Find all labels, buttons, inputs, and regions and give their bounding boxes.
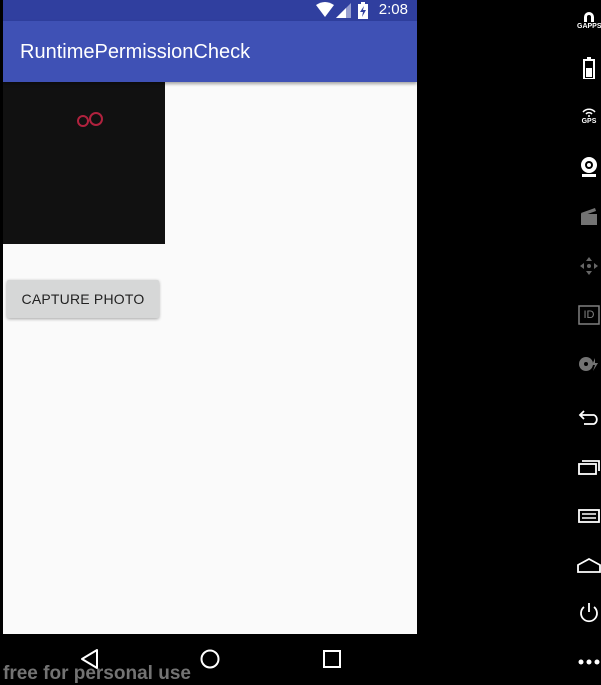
emulator-side-toolbar: GAPPS GPS ID — [417, 0, 601, 685]
webcam-icon — [581, 157, 597, 177]
gps-label: GPS — [581, 118, 597, 125]
toolbar-back-button[interactable] — [577, 405, 601, 429]
wifi-icon — [316, 2, 334, 17]
recents-icon[interactable] — [321, 648, 343, 670]
main-content: CAPTURE PHOTO — [3, 82, 417, 634]
capture-photo-button[interactable]: CAPTURE PHOTO — [7, 280, 159, 318]
id-label: ID — [583, 309, 595, 321]
status-bar: 2:08 — [3, 0, 417, 21]
gapps-button[interactable]: GAPPS — [577, 8, 601, 32]
battery-charging-icon — [358, 2, 368, 19]
toolbar-home-button[interactable] — [577, 553, 601, 577]
camera-button[interactable] — [577, 155, 601, 179]
battery-button[interactable] — [577, 56, 601, 80]
undo-arrow-icon — [578, 410, 598, 425]
image-preview — [3, 82, 165, 244]
toolbar-recents-button[interactable] — [577, 455, 601, 479]
clapperboard-icon — [581, 208, 597, 225]
power-icon — [580, 603, 598, 623]
gapps-icon — [584, 12, 594, 22]
overview-icon — [578, 460, 600, 475]
emulator-screen: 2:08 RuntimePermissionCheck CAPTURE PHOT… — [3, 0, 417, 685]
menu-icon — [578, 509, 600, 523]
gps-signal-icon — [582, 108, 596, 117]
dpad-icon — [580, 257, 598, 275]
screen-record-button[interactable] — [577, 204, 601, 228]
more-dots-icon — [578, 659, 600, 665]
home-outline-icon — [577, 557, 601, 573]
watermark: free for personal use — [3, 663, 191, 684]
gps-button[interactable]: GPS — [577, 106, 601, 130]
gapps-label: GAPPS — [577, 23, 601, 30]
more-button[interactable] — [577, 650, 601, 674]
dpad-button[interactable] — [577, 254, 601, 278]
app-title: RuntimePermissionCheck — [20, 41, 251, 63]
power-button[interactable] — [577, 601, 601, 625]
device-id-button[interactable]: ID — [577, 303, 601, 327]
storage-button[interactable] — [577, 352, 601, 376]
app-bar: RuntimePermissionCheck — [3, 21, 417, 82]
placeholder-image-icon — [77, 112, 103, 127]
toolbar-menu-button[interactable] — [577, 504, 601, 528]
signal-icon — [336, 3, 351, 18]
status-time: 2:08 — [378, 1, 408, 18]
home-icon[interactable] — [199, 648, 221, 670]
disk-icon — [579, 357, 598, 371]
battery-icon — [583, 57, 595, 79]
